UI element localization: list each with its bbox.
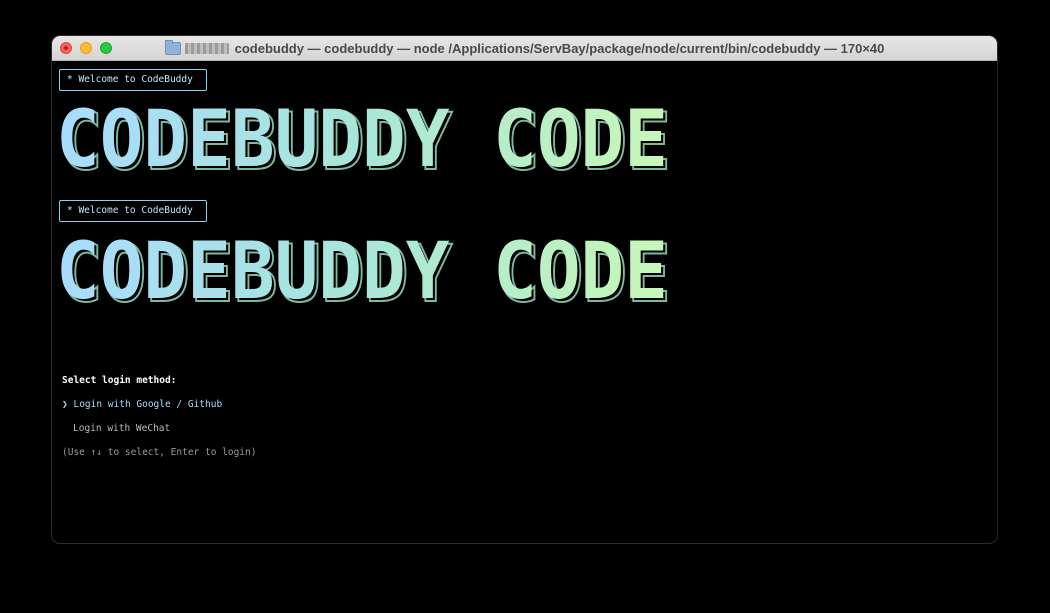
- maximize-window-button[interactable]: [100, 42, 112, 54]
- terminal-window: codebuddy — codebuddy — node /Applicatio…: [51, 35, 998, 544]
- title-bar[interactable]: codebuddy — codebuddy — node /Applicatio…: [52, 36, 997, 61]
- welcome-text: * Welcome to CodeBuddy: [67, 205, 193, 216]
- window-controls: [60, 42, 112, 54]
- option-label: Login with Google / Github: [73, 399, 223, 410]
- selection-pointer: ❯: [62, 399, 68, 410]
- close-window-button[interactable]: [60, 42, 72, 54]
- keyboard-hint: (Use ↑↓ to select, Enter to login): [62, 447, 257, 458]
- minimize-window-button[interactable]: [80, 42, 92, 54]
- welcome-text: * Welcome to CodeBuddy: [67, 74, 193, 85]
- welcome-box: * Welcome to CodeBuddy: [59, 69, 207, 91]
- welcome-box: * Welcome to CodeBuddy: [59, 200, 207, 222]
- terminal-content[interactable]: * Welcome to CodeBuddy CODEBUDDY CODE CO…: [52, 61, 997, 543]
- window-title: codebuddy — codebuddy — node /Applicatio…: [234, 41, 885, 56]
- login-option-wechat[interactable]: Login with WeChat: [62, 423, 170, 434]
- option-label: Login with WeChat: [73, 423, 171, 434]
- login-prompt: Select login method:: [62, 375, 177, 386]
- banner-text: CODEBUDDY CODE: [56, 236, 668, 308]
- login-option-google-github[interactable]: ❯ Login with Google / Github: [62, 399, 222, 410]
- window-title-container: codebuddy — codebuddy — node /Applicatio…: [52, 36, 997, 61]
- banner-text: CODEBUDDY CODE: [56, 104, 668, 176]
- ascii-banner: CODEBUDDY CODE CODEBUDDY CODE: [56, 236, 672, 308]
- redacted-text: [184, 43, 229, 54]
- folder-icon: [164, 40, 181, 55]
- ascii-banner: CODEBUDDY CODE CODEBUDDY CODE: [56, 104, 672, 176]
